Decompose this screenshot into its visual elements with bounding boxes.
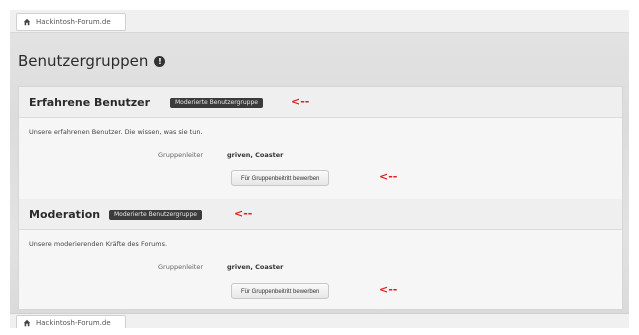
group-leader-label: Gruppenleiter (158, 263, 204, 271)
page-title: Benutzergruppen (18, 52, 149, 70)
group-name[interactable]: Moderation (29, 208, 100, 221)
breadcrumb[interactable]: Hackintosh-Forum.de (16, 13, 126, 31)
group-leader-names[interactable]: griven, Coaster (227, 263, 283, 271)
group-header: Moderation Moderierte Benutzergruppe <-- (19, 199, 622, 230)
home-icon (23, 18, 31, 26)
footer-breadcrumb-label: Hackintosh-Forum.de (36, 319, 111, 327)
moderated-badge: Moderierte Benutzergruppe (109, 210, 202, 220)
page-header: Benutzergruppen ! (18, 52, 166, 70)
group-header: Erfahrene Benutzer Moderierte Benutzergr… (19, 87, 622, 118)
annotation-arrow: <-- (291, 95, 310, 108)
groups-card: Erfahrene Benutzer Moderierte Benutzergr… (18, 86, 623, 310)
home-icon (23, 319, 31, 327)
footer-breadcrumb-bar: Hackintosh-Forum.de (10, 313, 629, 328)
footer-breadcrumb[interactable]: Hackintosh-Forum.de (16, 315, 126, 328)
annotation-arrow: <-- (379, 170, 398, 183)
group-description: Unsere moderierenden Kräfte des Forums. (29, 240, 168, 248)
group-name[interactable]: Erfahrene Benutzer (29, 96, 150, 109)
group-leader-label: Gruppenleiter (158, 151, 204, 159)
group-description: Unsere erfahrenen Benutzer. Die wissen, … (29, 128, 203, 136)
apply-membership-button[interactable]: Für Gruppenbeitritt bewerben (231, 283, 330, 299)
moderated-badge: Moderierte Benutzergruppe (170, 98, 263, 108)
info-icon[interactable]: ! (154, 55, 166, 67)
group-leader-names[interactable]: griven, Coaster (227, 151, 283, 159)
annotation-arrow: <-- (234, 207, 253, 220)
page-container: Hackintosh-Forum.de Benutzergruppen ! Er… (10, 10, 629, 328)
breadcrumb-label: Hackintosh-Forum.de (36, 18, 111, 26)
breadcrumb-bar: Hackintosh-Forum.de (10, 10, 629, 33)
apply-membership-button[interactable]: Für Gruppenbeitritt bewerben (231, 170, 330, 186)
annotation-arrow: <-- (379, 283, 398, 296)
